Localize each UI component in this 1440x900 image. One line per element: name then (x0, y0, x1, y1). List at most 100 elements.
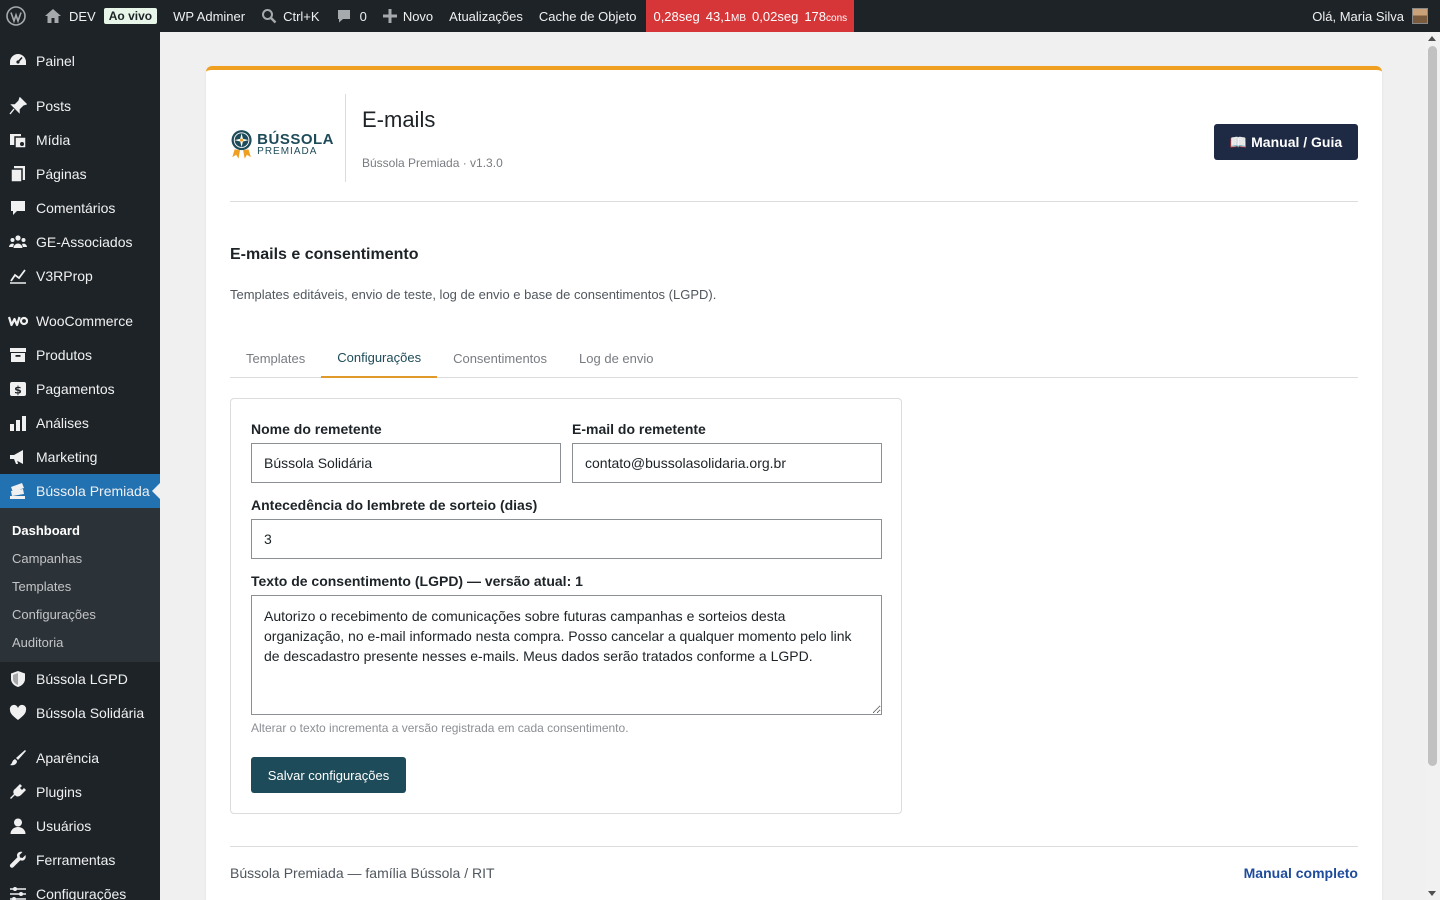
tab-consentimentos[interactable]: Consentimentos (437, 338, 563, 378)
new-label: Novo (402, 8, 434, 24)
menu-woocommerce-label: WooCommerce (36, 313, 133, 329)
menu-painel-label: Painel (36, 53, 75, 69)
menu-plugins[interactable]: Plugins (0, 775, 160, 809)
menu-usuarios-label: Usuários (36, 818, 92, 834)
menu-v3rprop[interactable]: V3RProp (0, 259, 160, 293)
submenu-configuracoes[interactable]: Configurações (0, 600, 160, 628)
menu-comentarios[interactable]: Comentários (0, 191, 160, 225)
menu-pagamentos-label: Pagamentos (36, 381, 115, 397)
submenu-dashboard[interactable]: Dashboard (0, 516, 160, 544)
comments-count: 0 (359, 8, 367, 24)
menu-configuracoes[interactable]: Configurações (0, 877, 160, 900)
wrench-icon (8, 850, 28, 870)
greeting: Olá, Maria Silva (1312, 8, 1404, 24)
consent-text-label: Texto de consentimento (LGPD) — versão a… (251, 573, 583, 589)
menu-bussola-premiada[interactable]: Bússola Premiada (0, 474, 160, 508)
menu-produtos[interactable]: Produtos (0, 338, 160, 372)
new-content-link[interactable]: Novo (375, 0, 441, 32)
menu-analises-label: Análises (36, 415, 89, 431)
site-name: DEV (69, 8, 96, 24)
page-header: BÚSSOLA PREMIADA E-mails Bússola Premiad… (230, 94, 1358, 202)
reminder-days-input[interactable] (251, 519, 882, 559)
menu-paginas[interactable]: Páginas (0, 157, 160, 191)
menu-ge-associados[interactable]: GE-Associados (0, 225, 160, 259)
perf-memory-unit: MB (731, 12, 747, 24)
scroll-down-arrow-icon[interactable] (1428, 891, 1436, 896)
object-cache-link[interactable]: Cache de Objeto (531, 0, 647, 32)
menu-midia-label: Mídia (36, 132, 71, 148)
menu-ge-associados-label: GE-Associados (36, 234, 133, 250)
tabs-bar: Templates Configurações Consentimentos L… (230, 338, 1358, 378)
chart-line-icon (8, 266, 28, 286)
search-shortcut-label: Ctrl+K (283, 8, 320, 24)
home-icon (44, 8, 62, 24)
sender-name-input[interactable] (251, 443, 561, 483)
perf-memory: 43,1MB (706, 9, 746, 24)
tab-log-de-envio[interactable]: Log de envio (563, 338, 669, 378)
wp-adminer-link[interactable]: WP Adminer (165, 0, 253, 32)
save-settings-button[interactable]: Salvar configurações (251, 757, 406, 793)
plugin-version: Bússola Premiada · v1.3.0 (362, 156, 503, 170)
bar-chart-icon (8, 413, 28, 433)
menu-marketing[interactable]: Marketing (0, 440, 160, 474)
sender-name-label: Nome do remetente (251, 421, 382, 437)
heart-icon (8, 703, 28, 723)
menu-painel[interactable]: Painel (0, 44, 160, 78)
tab-templates[interactable]: Templates (230, 338, 321, 378)
query-monitor-perf[interactable]: 0,28seg 43,1MB 0,02seg 178cons (646, 0, 855, 32)
menu-ferramentas[interactable]: Ferramentas (0, 843, 160, 877)
consent-text-textarea[interactable]: Autorizo o recebimento de comunicações s… (251, 595, 882, 715)
perf-time-2: 0,02seg (752, 8, 799, 24)
search-shortcut[interactable]: Ctrl+K (253, 0, 327, 32)
menu-paginas-label: Páginas (36, 166, 87, 182)
plugin-icon (8, 782, 28, 802)
menu-marketing-label: Marketing (36, 449, 98, 465)
archive-icon (8, 345, 28, 365)
avatar (1412, 8, 1428, 24)
menu-posts[interactable]: Posts (0, 89, 160, 123)
my-account[interactable]: Olá, Maria Silva (1312, 8, 1440, 24)
menu-bussola-lgpd[interactable]: Bússola LGPD (0, 662, 160, 696)
scrollbar-thumb[interactable] (1428, 46, 1437, 766)
sender-email-label: E-mail do remetente (572, 421, 706, 437)
perf-queries: 178cons (804, 9, 847, 24)
settings-icon (8, 884, 28, 900)
menu-bussola-lgpd-label: Bússola LGPD (36, 671, 128, 687)
site-name-link[interactable]: DEV Ao vivo (36, 0, 165, 32)
comments-link[interactable]: 0 (328, 0, 375, 32)
menu-bussola-solidaria[interactable]: Bússola Solidária (0, 696, 160, 730)
full-manual-link[interactable]: Manual completo (1244, 865, 1358, 881)
perf-memory-value: 43,1 (705, 8, 732, 24)
svg-text:$: $ (14, 384, 22, 397)
menu-separator (0, 293, 160, 304)
search-icon (261, 8, 277, 24)
sender-email-input[interactable] (572, 443, 882, 483)
menu-produtos-label: Produtos (36, 347, 93, 363)
section-description: Templates editáveis, envio de teste, log… (230, 287, 717, 302)
submenu-templates[interactable]: Templates (0, 572, 160, 600)
manual-guide-button[interactable]: 📖 Manual / Guia (1214, 124, 1358, 160)
menu-midia[interactable]: Mídia (0, 123, 160, 157)
reminder-days-label: Antecedência do lembrete de sorteio (dia… (251, 497, 538, 513)
comment-bubble-icon (336, 8, 352, 24)
scroll-up-arrow-icon[interactable] (1428, 36, 1436, 41)
updates-link[interactable]: Atualizações (441, 0, 531, 32)
tab-configuracoes[interactable]: Configurações (321, 338, 438, 378)
tickets-icon (8, 481, 28, 501)
menu-separator (0, 78, 160, 89)
page-scrollbar[interactable] (1425, 32, 1440, 900)
perf-queries-value: 178 (804, 8, 827, 24)
menu-usuarios[interactable]: Usuários (0, 809, 160, 843)
menu-analises[interactable]: Análises (0, 406, 160, 440)
groups-icon (8, 232, 28, 252)
plus-icon (382, 9, 397, 23)
menu-aparencia[interactable]: Aparência (0, 741, 160, 775)
pages-icon (8, 164, 28, 184)
wordpress-logo-icon[interactable] (0, 0, 36, 32)
comment-icon (8, 198, 28, 218)
menu-woocommerce[interactable]: WooCommerce (0, 304, 160, 338)
submenu-auditoria[interactable]: Auditoria (0, 628, 160, 656)
submenu-campanhas[interactable]: Campanhas (0, 544, 160, 572)
menu-pagamentos[interactable]: $ Pagamentos (0, 372, 160, 406)
compass-logo-icon (231, 130, 252, 159)
